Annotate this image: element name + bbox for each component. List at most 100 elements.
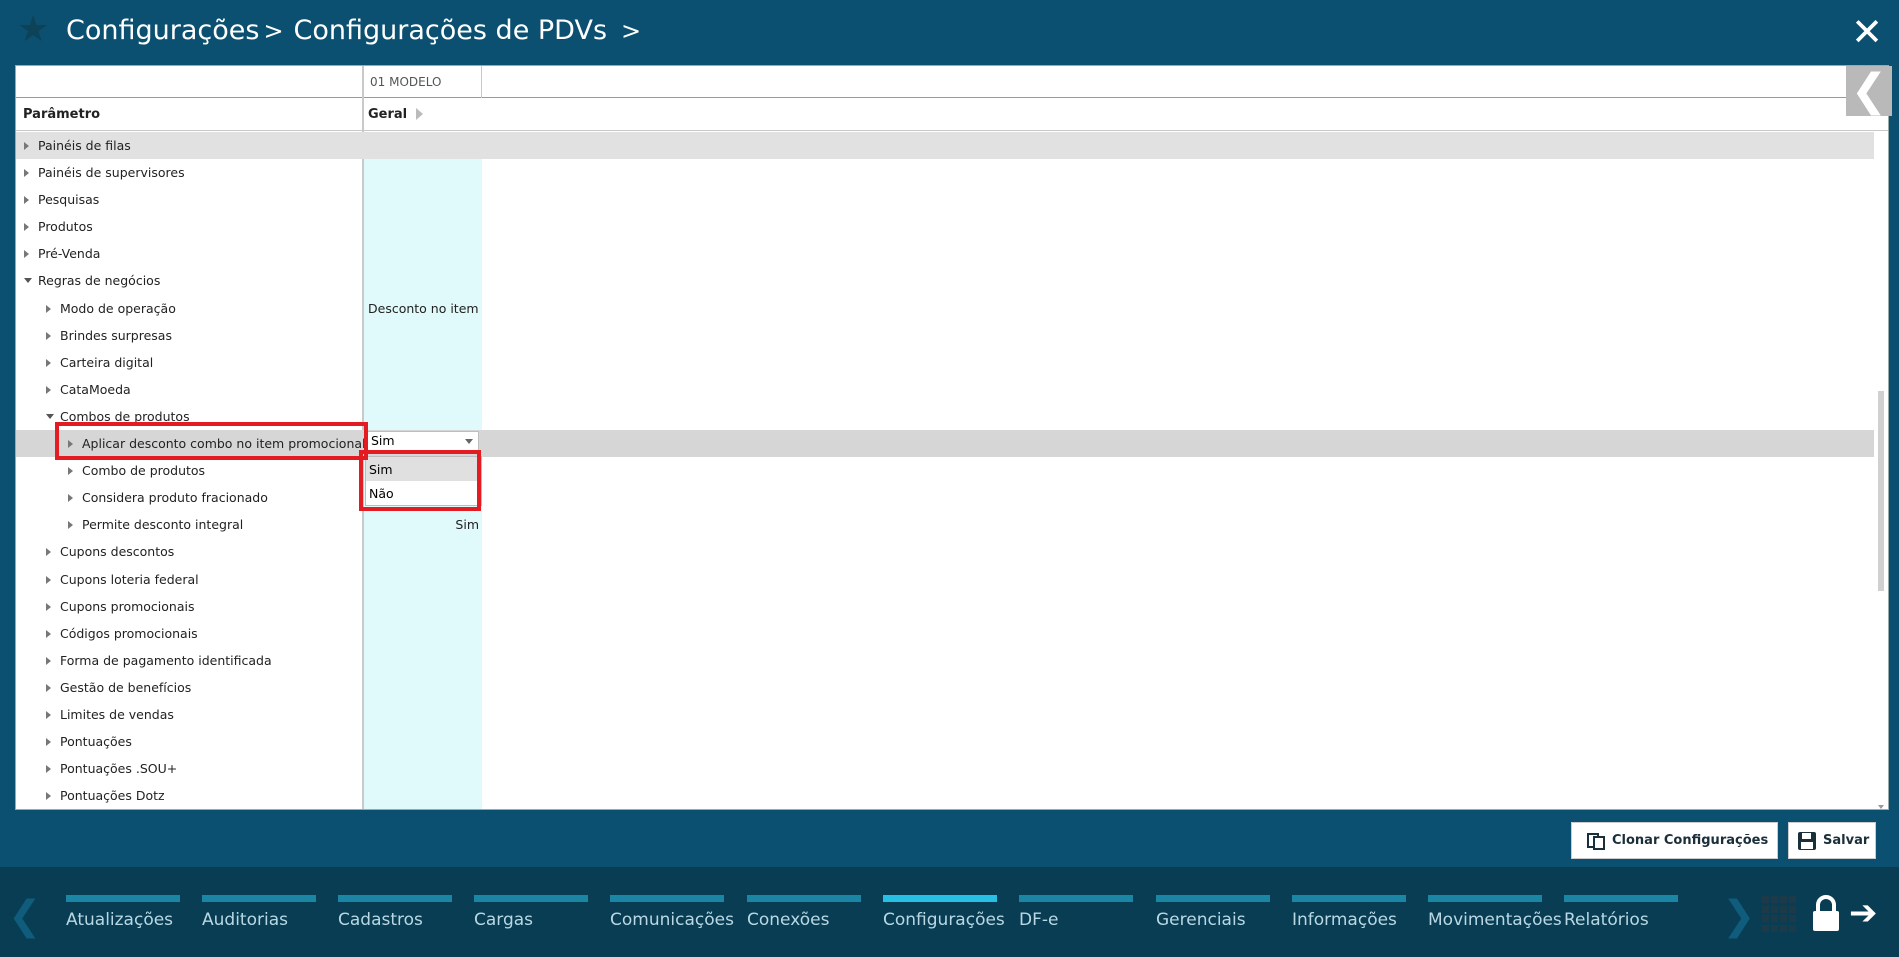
- nav-tab-label: Comunicações: [610, 910, 734, 930]
- nav-tab-label: Cargas: [474, 910, 534, 930]
- expand-triangle-icon[interactable]: [68, 467, 73, 476]
- expand-triangle-icon[interactable]: [46, 683, 51, 692]
- tree-row[interactable]: CataMoeda: [16, 376, 1874, 403]
- tree-row-value[interactable]: Sim: [455, 517, 479, 532]
- tree-row-label: Cupons descontos: [60, 544, 175, 560]
- dropdown-option-sim[interactable]: Sim: [366, 457, 481, 481]
- expand-triangle-icon[interactable]: [24, 223, 29, 232]
- expand-triangle-icon[interactable]: [68, 440, 73, 449]
- apps-grid-icon[interactable]: [1762, 896, 1798, 932]
- expand-triangle-icon[interactable]: [24, 196, 29, 205]
- nav-tab[interactable]: Gerenciais: [1156, 895, 1270, 935]
- nav-prev-icon[interactable]: ❮: [8, 893, 42, 939]
- expand-triangle-icon[interactable]: [46, 548, 51, 557]
- breadcrumb-configuracoes[interactable]: Configurações: [66, 14, 259, 48]
- tree-row[interactable]: Painéis de filas: [16, 132, 1874, 160]
- nav-tab[interactable]: Cadastros: [338, 895, 452, 935]
- tree-row[interactable]: Pesquisas: [16, 186, 1874, 213]
- expand-triangle-icon[interactable]: [46, 738, 51, 747]
- tree-row[interactable]: Produtos: [16, 213, 1874, 240]
- nav-tab-label: Informações: [1292, 910, 1397, 930]
- scrollbar-thumb[interactable]: [1878, 391, 1884, 591]
- nav-next-icon[interactable]: ❯: [1722, 893, 1756, 939]
- nav-tab[interactable]: Atualizações: [66, 895, 180, 935]
- dropdown-option-nao[interactable]: Não: [366, 481, 481, 505]
- tree-row-label: Aplicar desconto combo no item promocion…: [82, 436, 366, 452]
- tree-row[interactable]: Pré-Venda: [16, 240, 1874, 267]
- nav-tab-indicator: [1292, 895, 1406, 902]
- tree-row[interactable]: Limites de vendas: [16, 701, 1874, 728]
- tree-row[interactable]: Carteira digital: [16, 349, 1874, 376]
- scroll-down-icon[interactable]: [1878, 805, 1884, 809]
- expand-group-icon[interactable]: [416, 108, 423, 120]
- exit-arrow-icon[interactable]: ➔: [1849, 893, 1878, 933]
- expand-triangle-icon[interactable]: [46, 765, 51, 774]
- expand-triangle-icon[interactable]: [46, 304, 51, 313]
- expand-triangle-icon[interactable]: [46, 602, 51, 611]
- tree-row[interactable]: Aplicar desconto combo no item promocion…: [16, 430, 1874, 458]
- tree-row-value[interactable]: Desconto no item: [368, 301, 479, 316]
- tree-row[interactable]: Combo de produtos: [16, 457, 1874, 484]
- expand-triangle-icon[interactable]: [24, 142, 29, 150]
- collapse-triangle-icon[interactable]: [46, 413, 54, 419]
- expand-triangle-icon[interactable]: [68, 494, 73, 503]
- tree-row[interactable]: Brindes surpresas: [16, 322, 1874, 349]
- expand-triangle-icon[interactable]: [46, 629, 51, 638]
- tree-row[interactable]: Pontuações .SOU+: [16, 755, 1874, 782]
- tree-row[interactable]: Pontuações: [16, 728, 1874, 755]
- expand-triangle-icon[interactable]: [46, 710, 51, 719]
- expand-triangle-icon[interactable]: [46, 575, 51, 584]
- tree-row-label: Modo de operação: [60, 300, 176, 316]
- nav-tab[interactable]: Configurações: [883, 895, 1005, 935]
- nav-tab-indicator: [1564, 895, 1678, 902]
- collapse-triangle-icon[interactable]: [24, 278, 32, 284]
- star-icon[interactable]: ★: [17, 10, 49, 50]
- nav-tab[interactable]: Comunicações: [610, 895, 734, 935]
- tree-row[interactable]: Modo de operação Desconto no item: [16, 295, 1874, 322]
- breadcrumb-configuracoes-pdvs[interactable]: Configurações de PDVs: [294, 14, 607, 48]
- save-button[interactable]: Salvar: [1788, 822, 1876, 859]
- tree-row[interactable]: Cupons promocionais: [16, 593, 1874, 620]
- tree-row[interactable]: Permite desconto integral Sim: [16, 511, 1874, 538]
- nav-tab[interactable]: Conexões: [747, 895, 861, 935]
- tree-row[interactable]: Forma de pagamento identificada: [16, 647, 1874, 674]
- bottom-navigation: ❮ Atualizações Auditorias Cadastros Cargas C…: [0, 867, 1899, 957]
- expand-triangle-icon[interactable]: [24, 169, 29, 178]
- tree-row[interactable]: Gestão de benefícios: [16, 674, 1874, 701]
- expand-triangle-icon[interactable]: [46, 656, 51, 665]
- model-column-header[interactable]: 01 MODELO: [363, 66, 482, 98]
- clone-configurations-button[interactable]: Clonar Configurações: [1571, 822, 1778, 859]
- nav-tab-label: Conexões: [747, 910, 830, 930]
- nav-tab-label: Movimentações: [1428, 910, 1562, 930]
- group-column-header[interactable]: Geral: [368, 107, 407, 122]
- expand-triangle-icon[interactable]: [46, 792, 51, 801]
- expand-triangle-icon[interactable]: [46, 358, 51, 367]
- nav-tab[interactable]: Relatórios: [1564, 895, 1678, 935]
- tree-row[interactable]: Combos de produtos: [16, 403, 1874, 430]
- tree-row[interactable]: Cupons descontos: [16, 538, 1874, 565]
- tree-row[interactable]: Painéis de supervisores: [16, 159, 1874, 186]
- value-dropdown: Sim Não: [365, 456, 482, 506]
- value-select[interactable]: Sim: [367, 431, 479, 451]
- collapse-panel-button[interactable]: ❮: [1846, 66, 1892, 116]
- expand-triangle-icon[interactable]: [24, 250, 29, 259]
- vertical-scrollbar[interactable]: [1872, 66, 1888, 809]
- tree-row[interactable]: Considera produto fracionado: [16, 484, 1874, 511]
- nav-tab[interactable]: Cargas: [474, 895, 588, 935]
- expand-triangle-icon[interactable]: [68, 521, 73, 530]
- expand-triangle-icon[interactable]: [46, 385, 51, 394]
- close-icon[interactable]: ✕: [1851, 13, 1883, 51]
- nav-tab-label: DF-e: [1019, 910, 1059, 930]
- tree-row[interactable]: Cupons loteria federal: [16, 566, 1874, 593]
- nav-tab[interactable]: Movimentações: [1428, 895, 1562, 935]
- tree-row[interactable]: Regras de negócios: [16, 267, 1874, 294]
- tree-row[interactable]: Pontuações Dotz: [16, 782, 1874, 809]
- lock-icon[interactable]: [1810, 895, 1842, 933]
- breadcrumb-separator-icon: >: [263, 17, 284, 45]
- expand-triangle-icon[interactable]: [46, 331, 51, 340]
- tree-row[interactable]: Códigos promocionais: [16, 620, 1874, 647]
- tree-row-label: Permite desconto integral: [82, 517, 244, 533]
- nav-tab[interactable]: DF-e: [1019, 895, 1133, 935]
- nav-tab[interactable]: Auditorias: [202, 895, 316, 935]
- nav-tab[interactable]: Informações: [1292, 895, 1406, 935]
